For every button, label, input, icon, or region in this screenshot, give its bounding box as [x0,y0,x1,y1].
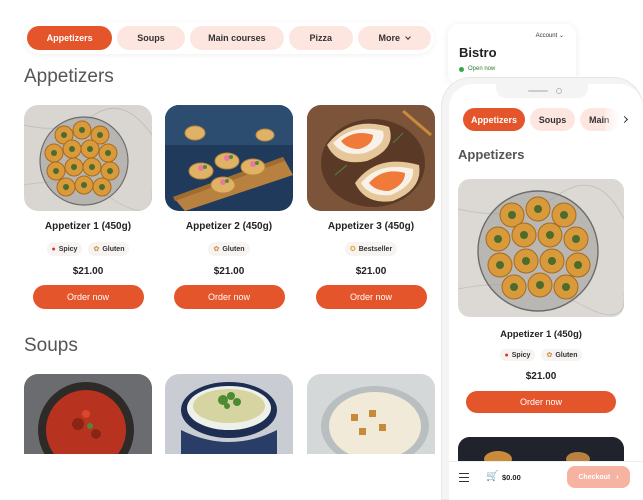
chevron-down-icon: ⌄ [558,33,564,39]
section-title-appetizers: Appetizers [458,147,525,162]
checkout-button[interactable]: Checkout › [567,466,630,488]
product-price: $21.00 [355,266,387,277]
tag-gluten: ✿ Gluten [541,349,583,361]
product-card[interactable]: Appetizer 3 (450g) ✪ Bestseller $21.00 Or… [307,105,435,309]
tag-label: Bestseller [358,245,393,253]
food-image-cream-soup[interactable] [165,374,293,454]
tab-label: Soups [538,114,567,125]
tab-pizza[interactable]: Pizza [289,26,353,50]
phone-notch [496,84,588,98]
wheat-icon: ✿ [213,246,220,253]
order-now-button[interactable]: Order now [315,285,427,309]
product-title: Appetizer 1 (450g) [44,221,132,232]
tag-list: ● Spicy ✿ Gluten [458,349,624,361]
product-title: Appetizer 2 (450g) [185,221,273,232]
award-icon: ✪ [349,246,356,253]
tag-list: ● Spicy ✿ Gluten [24,242,152,256]
tag-list: ✪ Bestseller [307,242,435,256]
tab-label: Appetizers [470,114,517,125]
tag-bestseller: ✪ Bestseller [344,242,398,256]
restaurant-header: Account ⌄ Bistro Open now [448,24,576,84]
speaker [528,90,548,92]
tag-label: Gluten [102,245,125,253]
food-image-tartlets[interactable] [165,105,293,211]
tag-spicy: ● Spicy [499,349,536,361]
camera-lens [556,88,562,94]
food-image-croutons-soup[interactable] [307,374,435,454]
chevron-right-icon: › [616,473,619,481]
product-title: Appetizer 3 (450g) [327,221,415,232]
product-card[interactable]: Appetizer 2 (450g) ✿ Gluten $21.00 Order … [165,105,293,309]
tag-gluten: ✿ Gluten [208,242,250,256]
tab-label: More [378,33,401,43]
chili-icon: ● [504,351,509,359]
status-dot-icon [459,66,464,72]
order-now-button[interactable]: Order now [173,285,285,309]
open-status: Open now [459,66,495,72]
tab-more[interactable]: More [357,26,431,50]
product-price: $21.00 [213,266,245,277]
chevron-down-icon [405,33,411,40]
tag-label: Gluten [555,351,578,359]
tab-label: Pizza [309,33,333,43]
cart-total: $0.00 [502,473,521,482]
tab-label: Soups [137,33,165,43]
food-image-tomato-soup[interactable] [24,374,152,454]
wheat-icon: ✿ [93,246,100,253]
tab-appetizers[interactable]: Appetizers [463,108,525,131]
section-title-soups: Soups [24,335,78,356]
section-title-appetizers: Appetizers [24,66,114,87]
chili-icon: ● [51,245,56,253]
product-title: Appetizer 1 (450g) [500,329,582,340]
chevron-right-icon [620,115,628,124]
account-label: Account [535,33,558,39]
order-now-button[interactable]: Order now [466,391,616,413]
tag-list: ✿ Gluten [165,242,293,256]
menu-icon[interactable] [459,473,469,485]
category-nav: Appetizers Soups Main courses Pizza More [24,22,434,54]
tag-label: Spicy [58,245,78,253]
tab-soups[interactable]: Soups [117,26,185,50]
bottom-bar: 🛒 $0.00 Checkout › [449,461,643,500]
tag-gluten: ✿ Gluten [88,242,130,256]
tab-soups[interactable]: Soups [530,108,575,131]
tag-spicy: ● Spicy [46,242,83,256]
checkout-label: Checkout [578,473,611,481]
product-price: $21.00 [72,266,104,277]
product-card[interactable]: Appetizer 1 (450g) ● Spicy ✿ Gluten $21.00… [24,105,152,309]
cart-icon[interactable]: 🛒 [486,471,498,482]
food-image-pinwheels[interactable] [458,179,624,317]
status-label: Open now [468,66,496,72]
tab-label: Main courses [208,33,266,43]
product-price: $21.00 [525,371,557,382]
scroll-right-button[interactable] [605,108,643,131]
food-image-salmon-toast[interactable] [307,105,435,211]
wheat-icon: ✿ [546,352,553,359]
tag-label: Spicy [511,351,531,359]
order-now-button[interactable]: Order now [32,285,144,309]
account-menu[interactable]: Account ⌄ [536,32,564,39]
tab-main-courses[interactable]: Main courses [189,26,285,50]
restaurant-name: Bistro [459,45,497,60]
tab-label: Appetizers [46,33,93,43]
food-image-pinwheels[interactable] [24,105,152,211]
tab-appetizers[interactable]: Appetizers [27,26,113,50]
tag-label: Gluten [222,245,245,253]
